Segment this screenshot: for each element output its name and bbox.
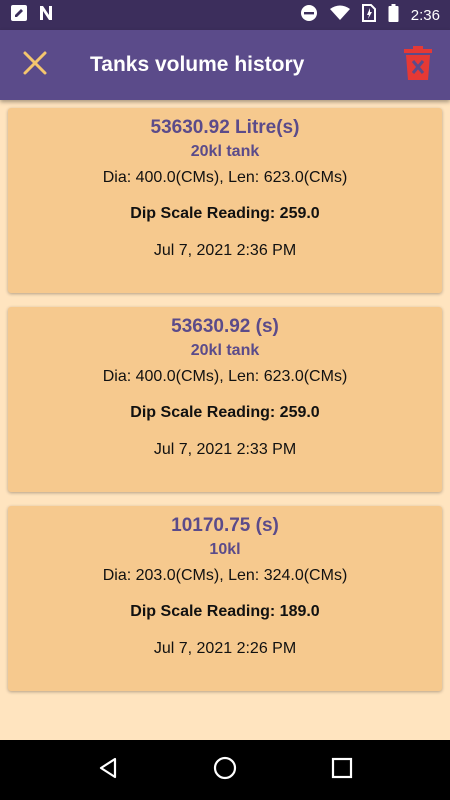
history-card[interactable]: 10170.75 (s) 10kl Dia: 203.0(CMs), Len: … — [8, 506, 442, 691]
status-time: 2:36 — [410, 6, 440, 24]
history-card[interactable]: 53630.92 (s) 20kl tank Dia: 400.0(CMs), … — [8, 307, 442, 492]
card-dip-reading: Dip Scale Reading: 259.0 — [130, 205, 320, 222]
card-date: Jul 7, 2021 2:33 PM — [153, 441, 297, 458]
home-icon — [213, 756, 237, 785]
card-volume: 53630.92 (s) — [171, 316, 279, 337]
app-bar: Tanks volume history — [0, 30, 450, 100]
history-card[interactable]: 53630.92 Litre(s) 20kl tank Dia: 400.0(C… — [8, 108, 442, 293]
card-dimensions: Dia: 400.0(CMs), Len: 623.0(CMs) — [102, 169, 348, 186]
card-date: Jul 7, 2021 2:26 PM — [153, 640, 297, 657]
card-dip-reading: Dip Scale Reading: 259.0 — [130, 404, 320, 421]
edit-square-icon — [10, 4, 28, 27]
card-tank-name: 20kl tank — [190, 143, 260, 160]
page-title: Tanks volume history — [90, 53, 305, 76]
recents-icon — [331, 757, 353, 784]
status-left — [10, 4, 54, 27]
card-dimensions: Dia: 400.0(CMs), Len: 623.0(CMs) — [102, 368, 348, 385]
card-volume: 53630.92 Litre(s) — [150, 117, 300, 138]
close-icon — [22, 50, 48, 81]
do-not-disturb-icon — [300, 4, 318, 27]
back-icon — [96, 756, 120, 785]
n-notification-icon — [38, 5, 54, 26]
card-volume: 10170.75 (s) — [171, 515, 279, 536]
card-tank-name: 20kl tank — [190, 342, 260, 359]
wifi-icon — [329, 5, 350, 26]
card-dimensions: Dia: 203.0(CMs), Len: 324.0(CMs) — [102, 567, 348, 584]
close-button[interactable] — [0, 30, 70, 100]
card-dip-reading: Dip Scale Reading: 189.0 — [130, 603, 320, 620]
history-list[interactable]: 53630.92 Litre(s) 20kl tank Dia: 400.0(C… — [0, 100, 450, 740]
recents-button[interactable] — [312, 740, 372, 800]
navigation-bar — [0, 740, 450, 800]
home-button[interactable] — [195, 740, 255, 800]
back-button[interactable] — [78, 740, 138, 800]
status-bar: 2:36 — [0, 0, 450, 30]
sim-icon — [361, 3, 376, 27]
battery-icon — [388, 3, 399, 27]
delete-button[interactable] — [386, 30, 450, 100]
card-tank-name: 10kl — [209, 541, 241, 558]
delete-icon — [404, 45, 432, 85]
card-date: Jul 7, 2021 2:36 PM — [153, 242, 297, 259]
status-right: 2:36 — [300, 3, 440, 27]
